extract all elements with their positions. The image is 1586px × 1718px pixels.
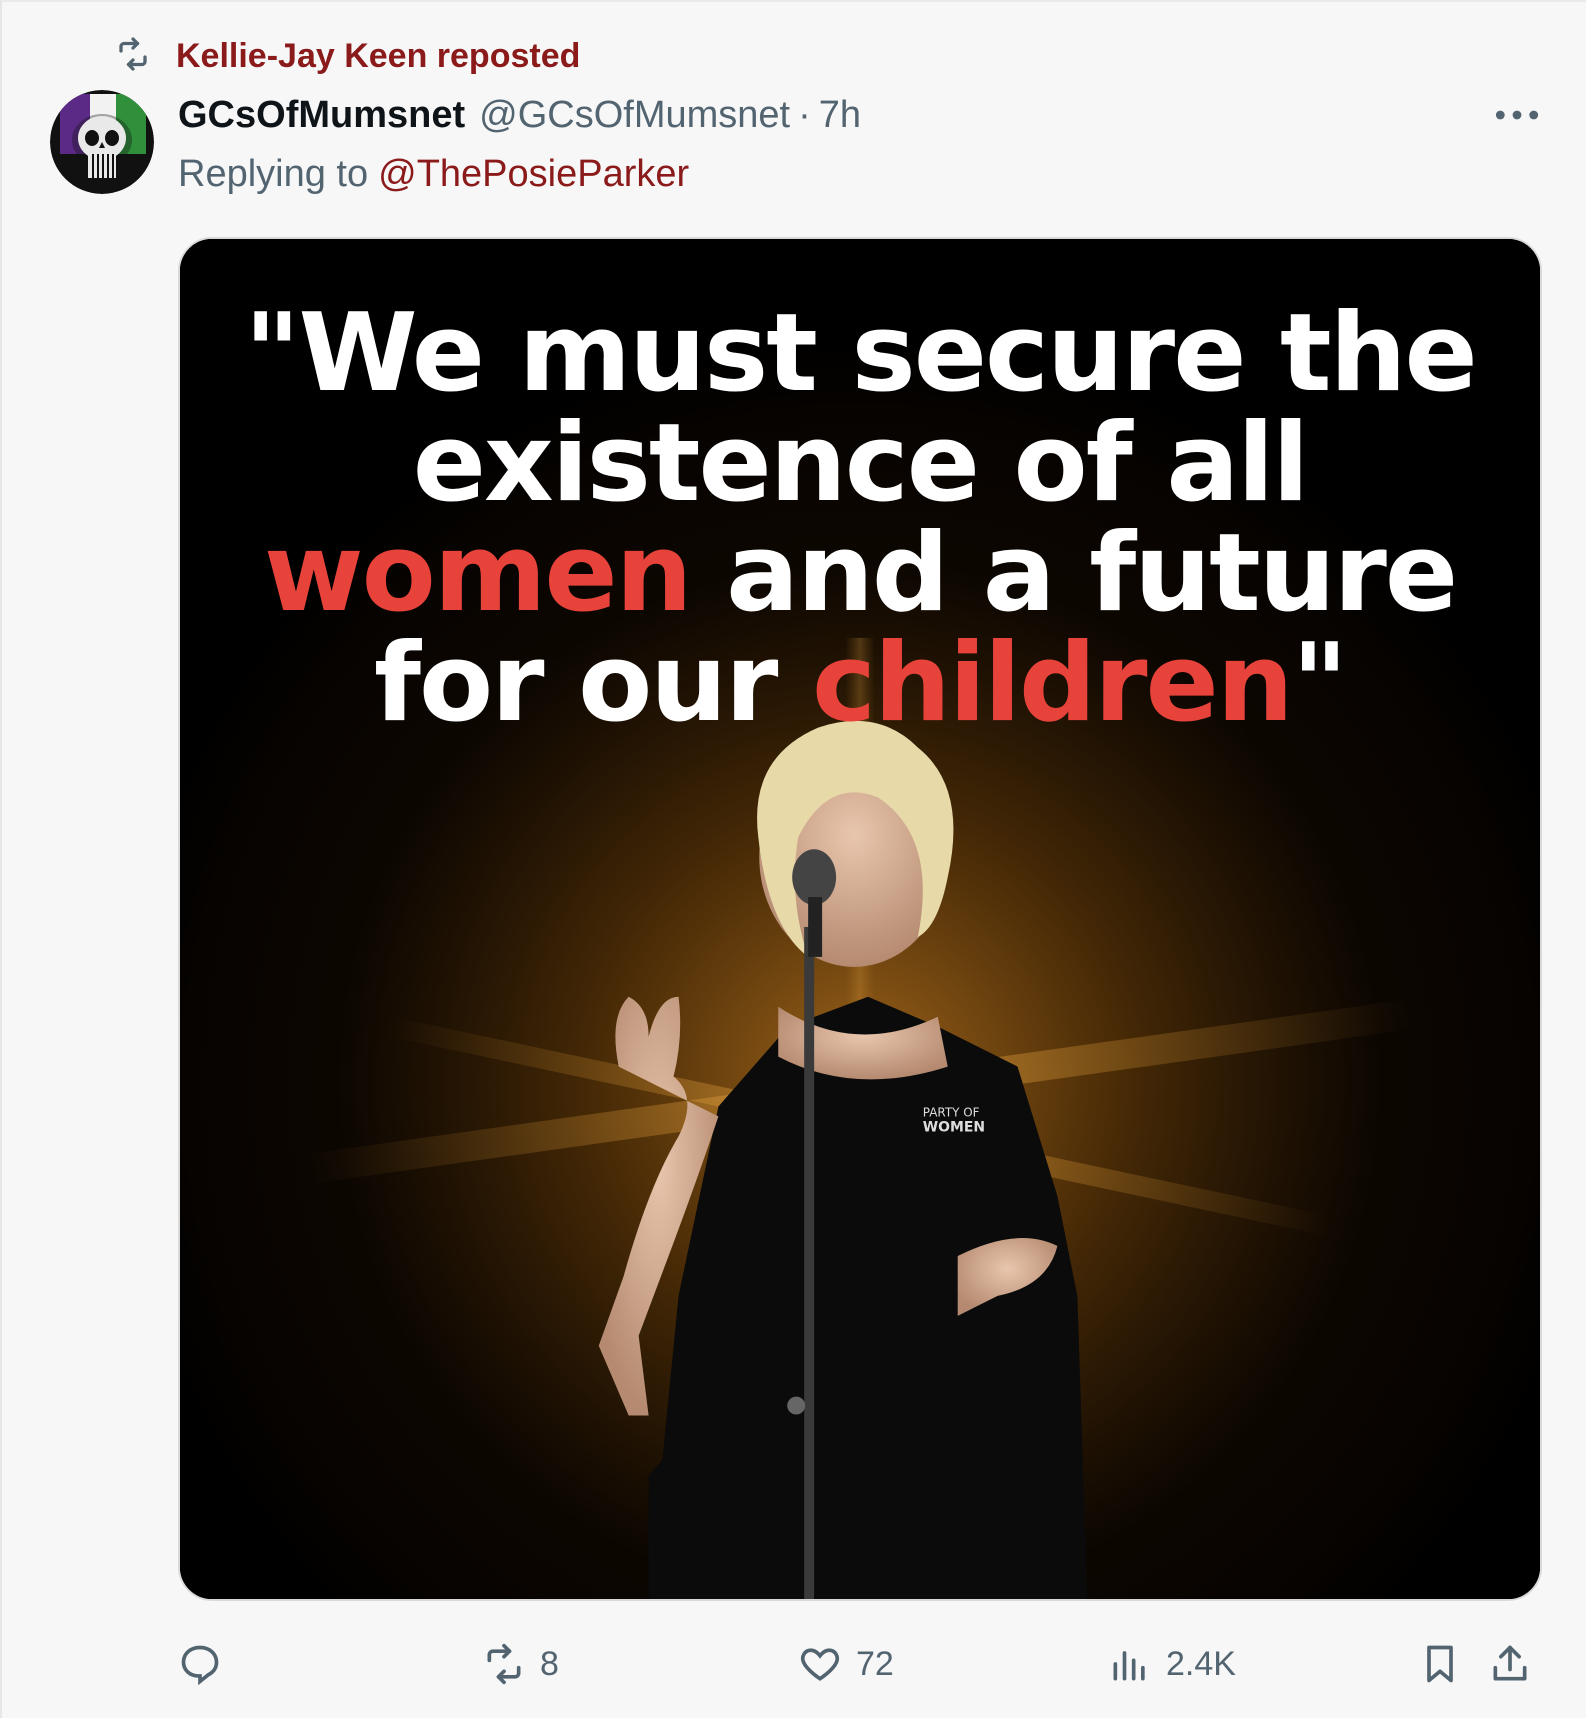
action-bar: 8 72 2.4K (178, 1632, 1542, 1696)
tweet-card[interactable]: Kellie-Jay Keen reposted GCsOfMumsnet @G… (0, 0, 1586, 1718)
repost-label[interactable]: Kellie-Jay Keen reposted (176, 37, 580, 76)
quote-line-3: women and a future (180, 519, 1540, 629)
like-count: 72 (856, 1644, 894, 1683)
meta-separator: · (798, 93, 811, 136)
repost-context: Kellie-Jay Keen reposted (112, 34, 580, 78)
quote-highlight-women: women (263, 511, 693, 636)
author-row: GCsOfMumsnet @GCsOfMumsnet · 7h (178, 90, 861, 140)
quote-line-3-rest: and a future (690, 511, 1458, 636)
quote-line-4-end: " (1291, 621, 1348, 746)
reply-icon (181, 1645, 219, 1686)
image-quote: "We must secure the existence of all wom… (180, 299, 1540, 739)
more-options-button[interactable] (1492, 96, 1542, 134)
post-image[interactable]: PARTY OF WOMEN "We must secure the exist… (178, 237, 1542, 1601)
views-count: 2.4K (1166, 1644, 1236, 1683)
share-button[interactable] (1488, 1632, 1532, 1696)
author-handle[interactable]: @GCsOfMumsnet (479, 94, 790, 137)
reply-context: Replying to @ThePosieParker (178, 150, 689, 198)
reply-prefix: Replying to (178, 152, 369, 195)
shirt-logo-text: PARTY OF (923, 1105, 980, 1119)
share-icon (1493, 1645, 1527, 1681)
reply-button[interactable] (178, 1632, 222, 1696)
repost-icon (112, 36, 154, 77)
reply-target-link[interactable]: @ThePosieParker (378, 153, 689, 196)
quote-line-4-start: for our (374, 621, 813, 746)
repost-action-icon (487, 1643, 521, 1685)
author-display-name[interactable]: GCsOfMumsnet (178, 94, 465, 137)
quote-line-4: for our children" (180, 629, 1540, 739)
quote-line-2: existence of all (412, 401, 1310, 526)
avatar[interactable] (50, 90, 154, 194)
views-button[interactable]: 2.4K (1108, 1632, 1236, 1696)
quote-line-1: "We must secure the (244, 291, 1478, 416)
quote-highlight-children: children (812, 621, 1294, 746)
bookmark-icon (1427, 1645, 1453, 1683)
svg-text:WOMEN: WOMEN (923, 1119, 985, 1135)
repost-count: 8 (540, 1644, 559, 1683)
post-time[interactable]: 7h (819, 94, 861, 137)
heart-icon (800, 1648, 840, 1681)
more-icon (1495, 110, 1539, 120)
like-button[interactable]: 72 (798, 1632, 894, 1696)
bookmark-button[interactable] (1418, 1632, 1462, 1696)
views-icon (1113, 1651, 1145, 1681)
repost-button[interactable]: 8 (482, 1632, 559, 1696)
